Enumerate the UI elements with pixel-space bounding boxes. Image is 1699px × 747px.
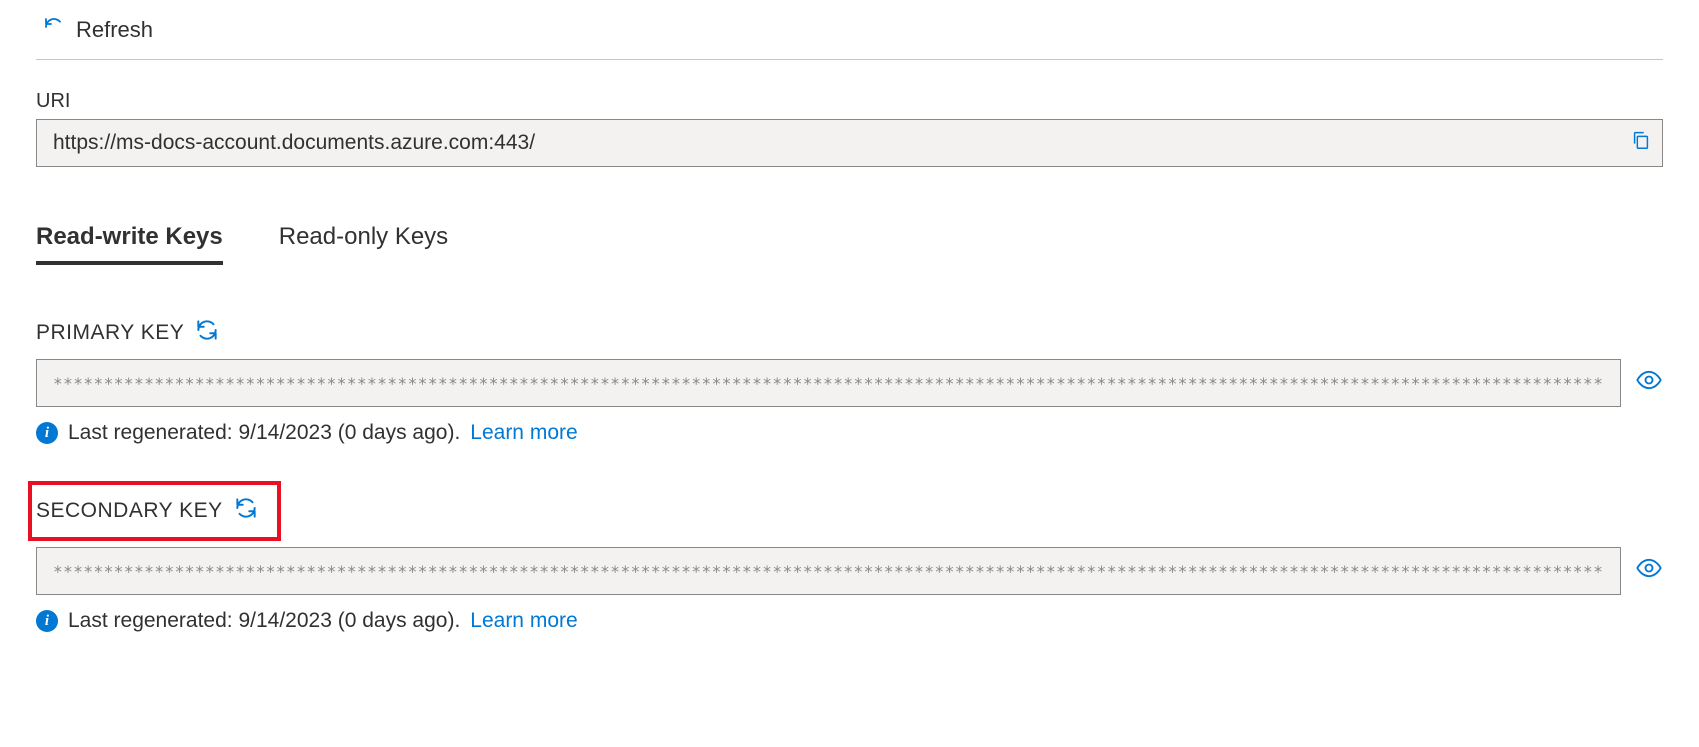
regenerate-secondary-key-button[interactable] bbox=[233, 495, 259, 527]
primary-key-learn-more-link[interactable]: Learn more bbox=[470, 421, 577, 445]
primary-key-input[interactable] bbox=[51, 373, 1606, 394]
regenerate-icon bbox=[233, 495, 259, 527]
secondary-key-info-text: Last regenerated: 9/14/2023 (0 days ago)… bbox=[68, 609, 460, 633]
eye-icon bbox=[1635, 366, 1663, 400]
uri-input[interactable] bbox=[51, 130, 1648, 156]
secondary-key-label: SECONDARY KEY bbox=[36, 499, 223, 523]
regenerate-icon bbox=[194, 317, 220, 349]
primary-key-info: i Last regenerated: 9/14/2023 (0 days ag… bbox=[36, 421, 1663, 445]
key-tabs: Read-write Keys Read-only Keys bbox=[36, 223, 1663, 265]
secondary-key-input[interactable] bbox=[51, 561, 1606, 582]
refresh-icon bbox=[42, 15, 66, 45]
primary-key-label-row: PRIMARY KEY bbox=[36, 317, 220, 349]
tab-read-only-keys[interactable]: Read-only Keys bbox=[279, 223, 448, 265]
show-primary-key-button[interactable] bbox=[1635, 366, 1663, 400]
info-icon: i bbox=[36, 422, 58, 444]
tab-read-write-keys[interactable]: Read-write Keys bbox=[36, 223, 223, 265]
show-secondary-key-button[interactable] bbox=[1635, 554, 1663, 588]
secondary-key-label-row: SECONDARY KEY bbox=[32, 485, 277, 537]
refresh-label: Refresh bbox=[76, 17, 153, 43]
secondary-key-row bbox=[36, 547, 1663, 595]
uri-textbox bbox=[36, 119, 1663, 167]
eye-icon bbox=[1635, 554, 1663, 588]
secondary-key-textbox bbox=[36, 547, 1621, 595]
copy-icon[interactable] bbox=[1630, 129, 1652, 157]
uri-row bbox=[36, 119, 1663, 167]
primary-key-label: PRIMARY KEY bbox=[36, 321, 184, 345]
secondary-key-info: i Last regenerated: 9/14/2023 (0 days ag… bbox=[36, 609, 1663, 633]
refresh-button[interactable]: Refresh bbox=[36, 11, 159, 49]
primary-key-row bbox=[36, 359, 1663, 407]
regenerate-primary-key-button[interactable] bbox=[194, 317, 220, 349]
primary-key-info-text: Last regenerated: 9/14/2023 (0 days ago)… bbox=[68, 421, 460, 445]
info-icon: i bbox=[36, 610, 58, 632]
uri-label: URI bbox=[36, 90, 1663, 113]
secondary-key-learn-more-link[interactable]: Learn more bbox=[470, 609, 577, 633]
command-bar: Refresh bbox=[36, 0, 1663, 60]
primary-key-textbox bbox=[36, 359, 1621, 407]
